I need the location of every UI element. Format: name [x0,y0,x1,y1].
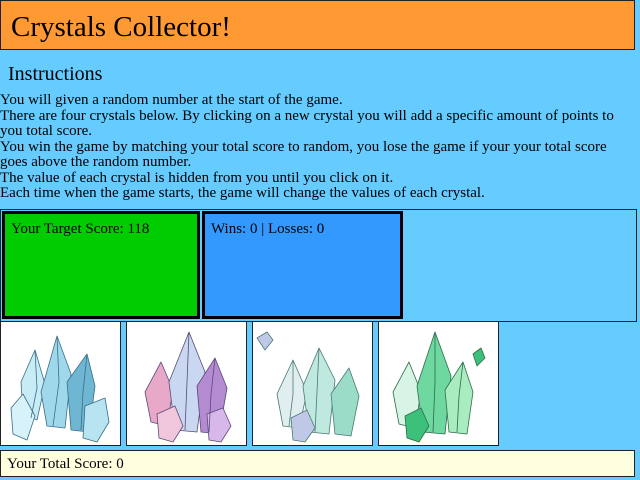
target-score-box: Your Target Score: 118 [2,211,200,319]
crystal-mint-icon [256,331,360,443]
instructions-text: You will given a random number at the st… [0,92,630,202]
page-title: Crystals Collector! [11,11,231,43]
total-score-bar: Your Total Score: 0 [0,450,635,477]
instruction-line: Each time when the game starts, the game… [0,185,485,201]
instruction-line: You win the game by matching your total … [0,138,607,170]
instruction-line: The value of each crystal is hidden from… [0,169,394,186]
crystal-green-icon [392,331,486,443]
scoreboard: Your Target Score: 118 Wins: 0 | Losses:… [0,209,637,322]
crystal-button-4[interactable] [378,321,499,446]
instructions-heading: Instructions [8,63,103,85]
crystal-pink-icon [144,331,232,443]
target-score: Your Target Score: 118 [11,221,150,237]
instruction-line: There are four crystals below. By clicki… [0,107,614,139]
crystal-button-1[interactable] [0,321,121,446]
crystal-button-3[interactable] [252,321,373,446]
crystal-blue-icon [10,335,110,443]
instruction-line: You will given a random number at the st… [0,92,343,108]
wins-losses: Wins: 0 | Losses: 0 [211,221,325,237]
wins-losses-box: Wins: 0 | Losses: 0 [202,211,403,319]
crystal-button-2[interactable] [126,321,247,446]
crystal-row [0,321,640,446]
total-score: Your Total Score: 0 [7,456,124,472]
page-header: Crystals Collector! [0,0,635,50]
